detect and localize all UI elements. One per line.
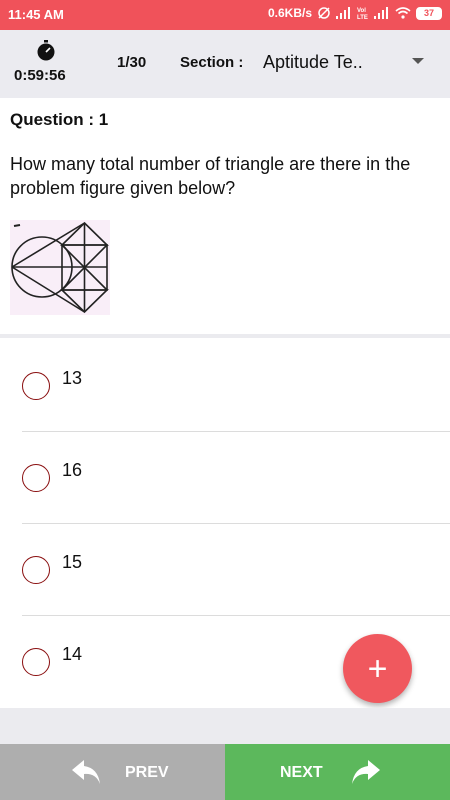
- signal-icon-2: [374, 7, 390, 19]
- section-dropdown[interactable]: Aptitude Te..: [263, 52, 383, 73]
- section-divider: [0, 334, 450, 338]
- battery-icon: 37: [416, 6, 442, 20]
- option-item[interactable]: 13: [0, 340, 450, 432]
- option-label: 15: [62, 552, 83, 572]
- forward-arrow-icon: [348, 758, 382, 791]
- net-speed: 0.6KB/s: [267, 6, 312, 20]
- svg-text:LTE: LTE: [357, 15, 368, 20]
- dropdown-arrow-icon[interactable]: [412, 58, 424, 64]
- lte-icon: Vol LTE: [357, 6, 369, 20]
- status-icons: 0.6KB/s Vol LTE 37: [268, 6, 442, 20]
- question-counter: 1/30: [117, 54, 147, 71]
- problem-figure: [10, 220, 110, 315]
- option-label: 16: [62, 460, 83, 480]
- alarm-icon: [317, 6, 331, 20]
- option-label: 13: [62, 368, 83, 388]
- option-label: 14: [62, 644, 83, 664]
- back-arrow-icon: [70, 758, 104, 791]
- section-label: Section :: [180, 54, 244, 71]
- prev-label: PREV: [125, 764, 169, 781]
- timer-text: 0:59:56: [14, 67, 66, 84]
- next-label: NEXT: [280, 764, 323, 781]
- svg-text:Vol: Vol: [357, 8, 366, 14]
- radio-button[interactable]: [22, 464, 50, 492]
- prev-button[interactable]: PREV: [0, 744, 225, 800]
- radio-button[interactable]: [22, 556, 50, 584]
- stopwatch-icon: [35, 40, 57, 67]
- status-bar: 11:45 AM 0.6KB/s Vol LTE 37: [0, 0, 450, 30]
- radio-button[interactable]: [22, 372, 50, 400]
- radio-button[interactable]: [22, 648, 50, 676]
- add-fab-button[interactable]: +: [343, 634, 412, 703]
- bottom-spacer: [0, 708, 450, 744]
- exam-header: 0:59:56 1/30 Section : Aptitude Te..: [0, 30, 450, 98]
- option-item[interactable]: 16: [0, 432, 450, 524]
- signal-icon: [336, 7, 352, 19]
- question-text: How many total number of triangle are th…: [10, 154, 411, 198]
- question-title: Question : 1: [10, 110, 109, 129]
- next-button[interactable]: NEXT: [225, 744, 450, 800]
- option-item[interactable]: 15: [0, 524, 450, 616]
- status-time: 11:45 AM: [8, 7, 64, 22]
- wifi-icon: [395, 7, 411, 19]
